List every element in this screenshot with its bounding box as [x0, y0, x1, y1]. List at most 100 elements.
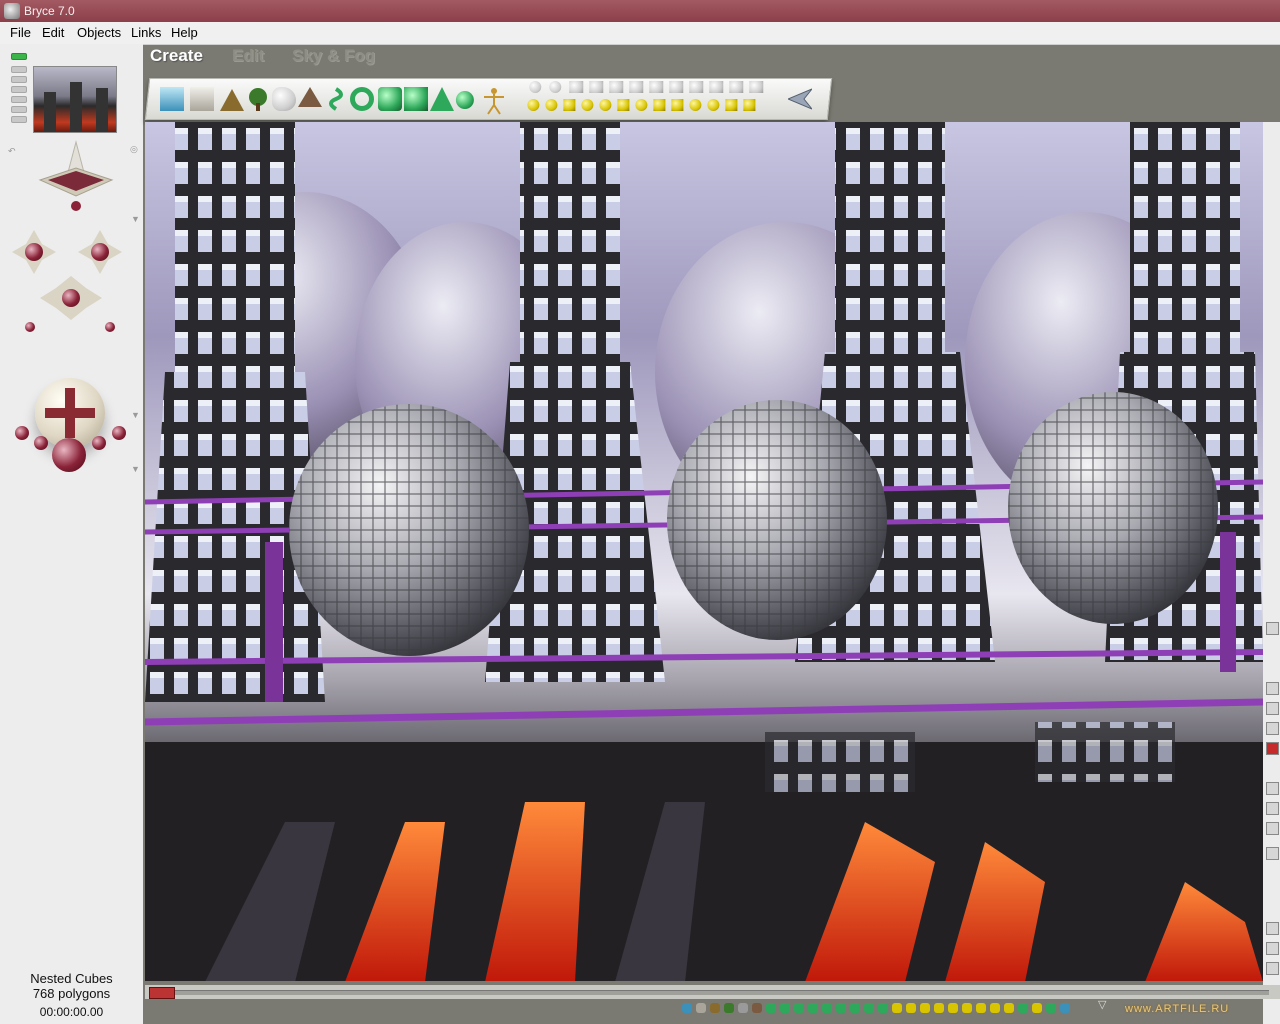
trackball-dropdown-icon[interactable]: ▼: [131, 410, 140, 420]
green-status-light[interactable]: [11, 53, 27, 60]
select-all-icon[interactable]: [1060, 1003, 1070, 1013]
select-cone-icon[interactable]: [850, 1003, 860, 1013]
select-tree-icon[interactable]: [724, 1003, 734, 1013]
menu-file[interactable]: File: [10, 22, 31, 44]
preset-plane-icon[interactable]: [709, 81, 724, 93]
menu-objects[interactable]: Objects: [77, 22, 121, 44]
rock-icon[interactable]: [272, 87, 296, 111]
nav-button-2[interactable]: [11, 76, 27, 83]
nav-button-1[interactable]: [11, 66, 27, 73]
select-terrain-icon[interactable]: [710, 1003, 720, 1013]
ground-plane-icon[interactable]: [190, 87, 214, 111]
select-area-light-icon[interactable]: [934, 1003, 944, 1013]
water-plane-icon[interactable]: [160, 87, 184, 111]
nav-button-6[interactable]: [11, 116, 27, 123]
symbolic-icon[interactable]: [324, 87, 348, 111]
select-grid-light-icon[interactable]: [1004, 1003, 1014, 1013]
zoom-ball[interactable]: [52, 438, 86, 472]
library-arrow-icon[interactable]: [786, 87, 813, 111]
view-dropdown-icon[interactable]: ▼: [131, 214, 140, 224]
select-metaball-icon[interactable]: [752, 1003, 762, 1013]
wireframe-icon[interactable]: [1266, 702, 1279, 715]
cube-light-icon[interactable]: [617, 99, 630, 111]
selection-dropdown-icon[interactable]: ▽: [1098, 998, 1106, 1011]
fov-ball-3[interactable]: [92, 436, 106, 450]
select-torus-icon[interactable]: [780, 1003, 790, 1013]
fov-ball-4[interactable]: [112, 426, 126, 440]
select-rock-icon[interactable]: [738, 1003, 748, 1013]
select-sphere-light-icon[interactable]: [962, 1003, 972, 1013]
brush-icon[interactable]: [1266, 622, 1279, 635]
select-gobo-light-icon[interactable]: [990, 1003, 1000, 1013]
select-symbolic-icon[interactable]: [766, 1003, 776, 1013]
parallel-light-icon[interactable]: [581, 99, 594, 111]
cylinder-icon[interactable]: [378, 87, 402, 111]
panel-light-icon[interactable]: [671, 99, 684, 111]
gobo-light-icon[interactable]: [707, 99, 720, 111]
camera-dolly-ball-left[interactable]: [25, 322, 35, 332]
area-light-icon[interactable]: [653, 99, 666, 111]
cone-light-icon[interactable]: [599, 99, 612, 111]
render-viewport[interactable]: [145, 122, 1263, 981]
nano-preview[interactable]: [33, 66, 117, 133]
menu-edit[interactable]: Edit: [42, 22, 64, 44]
select-cube-light-icon[interactable]: [976, 1003, 986, 1013]
animation-timeline[interactable]: [145, 985, 1280, 999]
view-options-icon[interactable]: ◎: [130, 144, 138, 155]
star-light-icon[interactable]: [635, 99, 648, 111]
camera-dolly-ball-right[interactable]: [105, 322, 115, 332]
grid-light-icon[interactable]: [725, 99, 738, 111]
box-light-icon[interactable]: [743, 99, 756, 111]
pyramid-icon[interactable]: [430, 87, 454, 111]
texture-preview-icon[interactable]: [1266, 822, 1279, 835]
zoom-out-icon[interactable]: [1266, 922, 1279, 935]
tab-edit[interactable]: Edit: [232, 46, 264, 66]
nav-button-5[interactable]: [11, 106, 27, 113]
preset-square-icon[interactable]: [689, 81, 704, 93]
select-path-icon[interactable]: [1046, 1003, 1056, 1013]
preset-disc-icon[interactable]: [669, 81, 684, 93]
cube-icon[interactable]: [404, 87, 428, 111]
preset-ellipse-icon[interactable]: [549, 81, 562, 93]
preset-cone-icon[interactable]: [749, 81, 764, 93]
select-group-icon[interactable]: [1032, 1003, 1042, 1013]
terrain-icon[interactable]: [220, 87, 244, 111]
fov-ball-1[interactable]: [15, 426, 29, 440]
preset-sphere-icon[interactable]: [529, 81, 542, 93]
preset-block-icon[interactable]: [649, 81, 664, 93]
select-camera-icon[interactable]: [1018, 1003, 1028, 1013]
preset-box-icon[interactable]: [609, 81, 624, 93]
zoom-in-icon[interactable]: [1266, 847, 1279, 860]
preset-panel-icon[interactable]: [629, 81, 644, 93]
render-icon[interactable]: [1266, 782, 1279, 795]
timeline-scrubber[interactable]: [149, 987, 175, 999]
metaball-icon[interactable]: [298, 87, 322, 111]
select-disc-icon[interactable]: [864, 1003, 874, 1013]
human-figure-icon[interactable]: [482, 87, 506, 115]
window-title-bar[interactable]: Bryce 7.0: [0, 0, 1280, 22]
select-ground-icon[interactable]: [696, 1003, 706, 1013]
menu-links[interactable]: Links: [131, 22, 161, 44]
select-water-icon[interactable]: [682, 1003, 692, 1013]
zoom-dropdown-icon[interactable]: ▼: [131, 464, 140, 474]
menu-help[interactable]: Help: [171, 22, 198, 44]
nav-button-4[interactable]: [11, 96, 27, 103]
time-display[interactable]: 00:00:00.00: [0, 1005, 143, 1019]
zoom-fit-icon[interactable]: [1266, 962, 1279, 975]
pan-icon[interactable]: [1266, 942, 1279, 955]
select-panel-light-icon[interactable]: [948, 1003, 958, 1013]
preset-slab-icon[interactable]: [589, 81, 604, 93]
timeline-track[interactable]: [149, 990, 1269, 995]
spot-light-icon[interactable]: [545, 99, 558, 111]
select-pyramid-icon[interactable]: [822, 1003, 832, 1013]
sphere-icon[interactable]: [455, 91, 474, 109]
stop-render-icon[interactable]: [1266, 742, 1279, 755]
select-cylinder-icon[interactable]: [794, 1003, 804, 1013]
tree-icon[interactable]: [246, 87, 270, 111]
preset-torus-icon[interactable]: [729, 81, 744, 93]
select-sphere-icon[interactable]: [836, 1003, 846, 1013]
radial-light-icon[interactable]: [527, 99, 540, 111]
select-spot-light-icon[interactable]: [906, 1003, 916, 1013]
display-mode-icon[interactable]: [1266, 682, 1279, 695]
camera-trackball-xy[interactable]: [12, 230, 56, 274]
